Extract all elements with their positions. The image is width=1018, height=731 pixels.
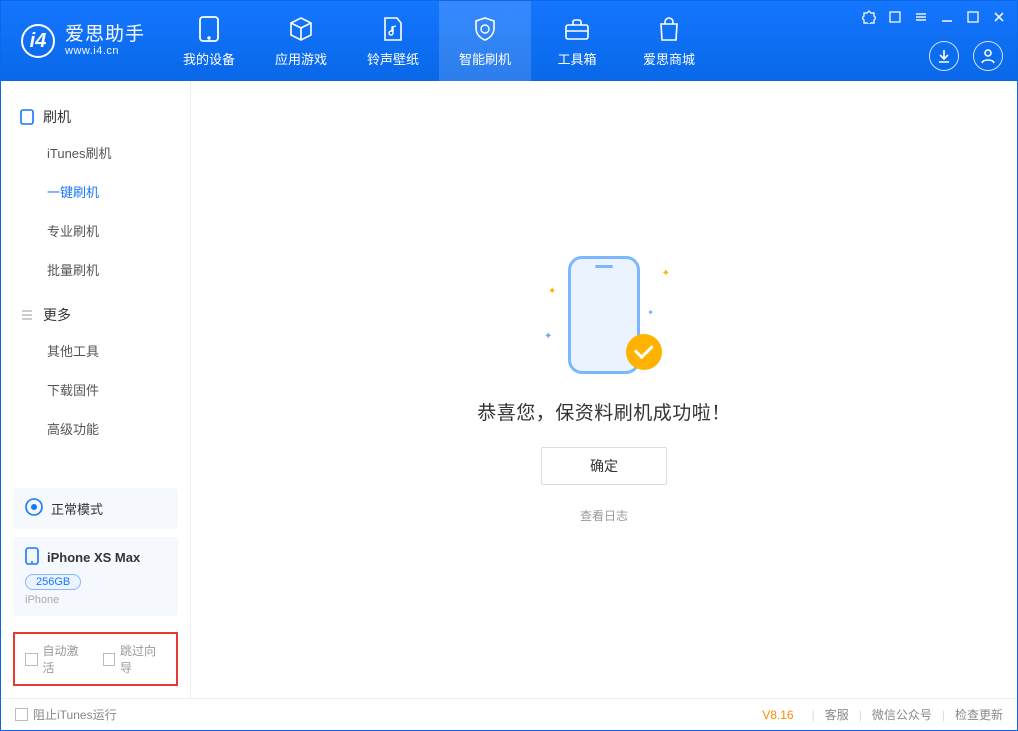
cube-icon — [287, 15, 315, 43]
sidebar-item-pro-flash[interactable]: 专业刷机 — [47, 211, 190, 250]
sidebar-item-batch-flash[interactable]: 批量刷机 — [47, 250, 190, 289]
footer-links: | 客服 | 微信公众号 | 检查更新 — [812, 706, 1003, 723]
nav-label: 爱思商城 — [643, 49, 695, 68]
list-icon — [19, 307, 35, 323]
device-card[interactable]: iPhone XS Max 256GB iPhone — [13, 537, 178, 616]
sidebar-item-download-firmware[interactable]: 下载固件 — [47, 370, 190, 409]
footer-link-update[interactable]: 检查更新 — [955, 706, 1003, 723]
close-icon[interactable] — [989, 7, 1009, 27]
sidebar-section-more: 更多 其他工具 下载固件 高级功能 — [1, 299, 190, 448]
sidebar-head-more: 更多 — [1, 299, 190, 331]
bag-icon — [655, 15, 683, 43]
skin-icon[interactable] — [885, 7, 905, 27]
nav-flash[interactable]: 智能刷机 — [439, 1, 531, 81]
checkbox-auto-activate[interactable]: 自动激活 — [25, 642, 89, 676]
window-controls — [859, 7, 1009, 27]
device-icon — [19, 109, 35, 125]
check-icon — [626, 334, 662, 370]
version-label: V8.16 — [762, 708, 793, 722]
app-name: 爱思助手 — [65, 25, 145, 46]
file-music-icon — [379, 15, 407, 43]
nav-label: 工具箱 — [558, 49, 597, 68]
checkbox-icon — [25, 653, 38, 666]
body: 刷机 iTunes刷机 一键刷机 专业刷机 批量刷机 更多 其他工具 下载固件 … — [1, 81, 1017, 698]
success-message: 恭喜您，保资料刷机成功啦！ — [477, 398, 731, 425]
device-type: iPhone — [25, 594, 166, 606]
nav-ringtones[interactable]: 铃声壁纸 — [347, 1, 439, 81]
maximize-icon[interactable] — [963, 7, 983, 27]
sidebar: 刷机 iTunes刷机 一键刷机 专业刷机 批量刷机 更多 其他工具 下载固件 … — [1, 81, 191, 698]
success-illustration: ✦ ✦ ✦ ✦ — [544, 256, 664, 376]
device-name: iPhone XS Max — [47, 550, 140, 565]
logo: i4 爱思助手 www.i4.cn — [1, 1, 163, 81]
device-status-text: 正常模式 — [51, 499, 103, 518]
footer-link-support[interactable]: 客服 — [825, 706, 849, 723]
status-icon — [25, 498, 43, 519]
toolbox-icon — [563, 15, 591, 43]
checkbox-icon — [103, 653, 116, 666]
app-domain: www.i4.cn — [65, 45, 145, 57]
app-window: i4 爱思助手 www.i4.cn 我的设备 应用游戏 铃声壁纸 智能刷机 — [0, 0, 1018, 731]
main-content: ✦ ✦ ✦ ✦ 恭喜您，保资料刷机成功啦！ 确定 查看日志 — [191, 81, 1017, 698]
nav-apps[interactable]: 应用游戏 — [255, 1, 347, 81]
header-right-icons — [929, 41, 1003, 71]
nav-store[interactable]: 爱思商城 — [623, 1, 715, 81]
download-icon[interactable] — [929, 41, 959, 71]
nav-label: 智能刷机 — [459, 49, 511, 68]
sidebar-item-other-tools[interactable]: 其他工具 — [47, 331, 190, 370]
menu-icon[interactable] — [911, 7, 931, 27]
sidebar-item-itunes-flash[interactable]: iTunes刷机 — [47, 133, 190, 172]
nav-label: 铃声壁纸 — [367, 49, 419, 68]
sidebar-section-title: 更多 — [43, 305, 71, 325]
logo-icon: i4 — [21, 24, 55, 58]
nav-label: 我的设备 — [183, 49, 235, 68]
nav-toolbox[interactable]: 工具箱 — [531, 1, 623, 81]
footer-link-wechat[interactable]: 微信公众号 — [872, 706, 932, 723]
header: i4 爱思助手 www.i4.cn 我的设备 应用游戏 铃声壁纸 智能刷机 — [1, 1, 1017, 81]
phone-icon — [195, 15, 223, 43]
checkbox-block-itunes[interactable]: 阻止iTunes运行 — [15, 706, 117, 723]
shield-refresh-icon — [471, 15, 499, 43]
theme-icon[interactable] — [859, 7, 879, 27]
nav-my-device[interactable]: 我的设备 — [163, 1, 255, 81]
nav-label: 应用游戏 — [275, 49, 327, 68]
device-storage-badge: 256GB — [25, 574, 81, 590]
top-nav: 我的设备 应用游戏 铃声壁纸 智能刷机 工具箱 爱思商城 — [163, 1, 715, 81]
checkbox-skip-guide[interactable]: 跳过向导 — [103, 642, 167, 676]
device-status-card[interactable]: 正常模式 — [13, 488, 178, 529]
view-log-link[interactable]: 查看日志 — [580, 507, 628, 524]
sidebar-item-advanced[interactable]: 高级功能 — [47, 409, 190, 448]
minimize-icon[interactable] — [937, 7, 957, 27]
ok-button[interactable]: 确定 — [541, 447, 667, 485]
sidebar-item-oneclick-flash[interactable]: 一键刷机 — [47, 172, 190, 211]
phone-small-icon — [25, 547, 39, 568]
sidebar-head-flash: 刷机 — [1, 101, 190, 133]
options-highlight-box: 自动激活 跳过向导 — [13, 632, 178, 686]
user-icon[interactable] — [973, 41, 1003, 71]
footer: 阻止iTunes运行 V8.16 | 客服 | 微信公众号 | 检查更新 — [1, 698, 1017, 730]
checkbox-icon — [15, 708, 28, 721]
sidebar-section-flash: 刷机 iTunes刷机 一键刷机 专业刷机 批量刷机 — [1, 101, 190, 289]
sidebar-section-title: 刷机 — [43, 107, 71, 127]
